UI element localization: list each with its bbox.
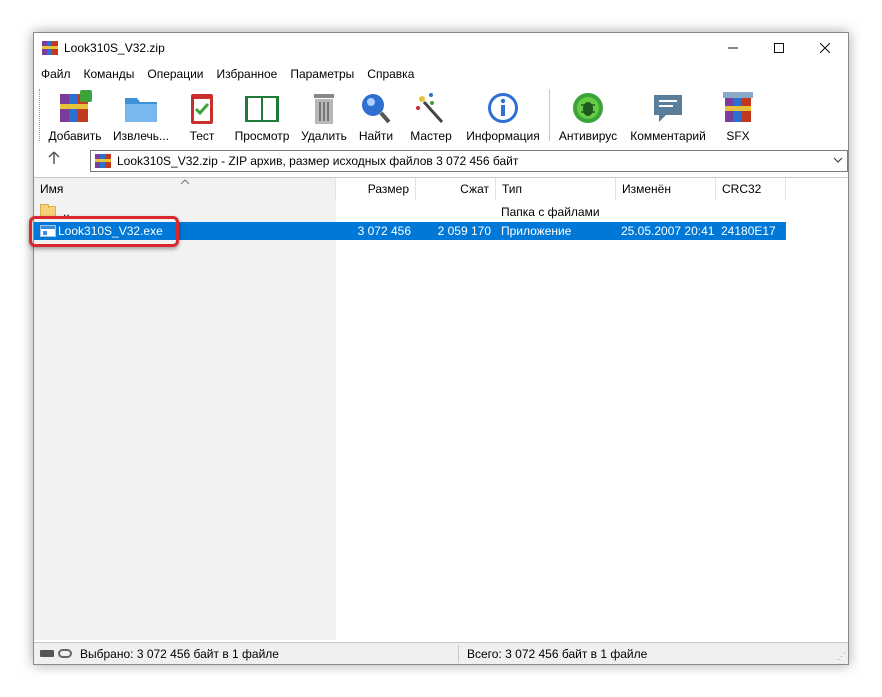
menu-commands[interactable]: Команды bbox=[77, 67, 141, 81]
menu-operations[interactable]: Операции bbox=[140, 67, 209, 81]
menu-help[interactable]: Справка bbox=[360, 67, 420, 81]
column-header-name[interactable]: Имя bbox=[34, 178, 336, 200]
antivirus-button[interactable]: Антивирус bbox=[556, 88, 620, 144]
magnifier-icon bbox=[362, 94, 391, 124]
window-title: Look310S_V32.zip bbox=[64, 40, 165, 55]
column-header-size[interactable]: Размер bbox=[336, 178, 416, 200]
archive-icon bbox=[95, 154, 111, 168]
sfx-archive-icon bbox=[723, 92, 753, 122]
row-packed: 2 059 170 bbox=[437, 224, 491, 238]
column-header-row: Имя Размер Сжат Тип Изменён CRC32 bbox=[34, 178, 848, 200]
status-total: Всего: 3 072 456 байт в 1 файле bbox=[467, 647, 648, 661]
minimize-icon bbox=[728, 47, 738, 48]
close-icon bbox=[820, 42, 830, 53]
toolbar-grip[interactable] bbox=[39, 89, 42, 141]
row-type: Приложение bbox=[501, 224, 572, 238]
column-header-crc[interactable]: CRC32 bbox=[716, 178, 786, 200]
wizard-button[interactable]: Мастер bbox=[409, 88, 453, 144]
row-type: Папка с файлами bbox=[501, 205, 600, 219]
add-button[interactable]: Добавить bbox=[47, 88, 103, 144]
view-book-icon bbox=[245, 96, 279, 122]
menu-favorites[interactable]: Избранное bbox=[210, 67, 284, 81]
arrow-up-icon bbox=[48, 151, 60, 164]
winrar-app-icon bbox=[42, 40, 58, 56]
extract-folder-icon bbox=[125, 98, 157, 122]
row-size: 3 072 456 bbox=[357, 224, 411, 238]
info-icon bbox=[488, 93, 518, 123]
resize-grip-icon[interactable]: ⋰ bbox=[837, 651, 846, 662]
column-header-type[interactable]: Тип bbox=[496, 178, 616, 200]
extract-button[interactable]: Извлечь... bbox=[108, 88, 174, 144]
maximize-icon bbox=[774, 42, 784, 53]
close-button[interactable] bbox=[802, 33, 848, 62]
chevron-down-icon[interactable] bbox=[833, 153, 843, 167]
find-button[interactable]: Найти bbox=[358, 88, 394, 144]
toolbar-separator bbox=[549, 89, 550, 141]
test-clipboard-icon bbox=[191, 94, 213, 124]
table-row-selected[interactable]: Look310S_V32.exe 3 072 456 2 059 170 При… bbox=[29, 216, 786, 247]
menu-options[interactable]: Параметры bbox=[283, 67, 360, 81]
title-bar[interactable]: Look310S_V32.zip bbox=[34, 33, 848, 62]
status-divider bbox=[458, 645, 459, 663]
highlight-annotation bbox=[29, 216, 179, 247]
menu-bar: Файл Команды Операции Избранное Параметр… bbox=[34, 64, 420, 84]
status-bar: Выбрано: 3 072 456 байт в 1 файле Всего:… bbox=[34, 642, 848, 664]
column-header-modified[interactable]: Изменён bbox=[616, 178, 716, 200]
trash-icon bbox=[314, 94, 334, 124]
add-archive-icon bbox=[60, 90, 92, 122]
sort-ascending-icon bbox=[180, 172, 190, 194]
maximize-button[interactable] bbox=[756, 33, 802, 62]
row-crc: 24180E17 bbox=[721, 224, 776, 238]
delete-button[interactable]: Удалить bbox=[300, 88, 348, 144]
file-list[interactable]: Имя Размер Сжат Тип Изменён CRC32 .. Пап… bbox=[29, 177, 848, 640]
minimize-button[interactable] bbox=[710, 33, 756, 62]
menu-file[interactable]: Файл bbox=[34, 67, 77, 81]
status-selected: Выбрано: 3 072 456 байт в 1 файле bbox=[80, 647, 279, 661]
row-modified: 25.05.2007 20:41 bbox=[621, 224, 715, 238]
address-field[interactable]: Look310S_V32.zip - ZIP архив, размер исх… bbox=[90, 150, 848, 172]
info-button[interactable]: Информация bbox=[464, 88, 542, 144]
address-bar: Look310S_V32.zip - ZIP архив, размер исх… bbox=[34, 149, 848, 173]
wizard-wand-icon bbox=[416, 93, 444, 124]
address-text: Look310S_V32.zip - ZIP архив, размер исх… bbox=[117, 154, 519, 168]
antivirus-bug-icon bbox=[573, 93, 603, 123]
column-header-packed[interactable]: Сжат bbox=[416, 178, 496, 200]
view-button[interactable]: Просмотр bbox=[231, 88, 293, 144]
test-button[interactable]: Тест bbox=[182, 88, 222, 144]
up-folder-button[interactable] bbox=[44, 151, 64, 171]
sfx-button[interactable]: SFX bbox=[718, 88, 758, 144]
comment-bubble-icon bbox=[654, 95, 682, 122]
drive-icon[interactable] bbox=[40, 650, 54, 657]
comment-button[interactable]: Комментарий bbox=[628, 88, 708, 144]
winrar-window: Look310S_V32.zip Файл Команды Операции И… bbox=[29, 32, 849, 665]
key-icon[interactable] bbox=[58, 649, 72, 658]
toolbar: Добавить Извлечь... Тест Просмотр Удалит… bbox=[34, 85, 848, 145]
